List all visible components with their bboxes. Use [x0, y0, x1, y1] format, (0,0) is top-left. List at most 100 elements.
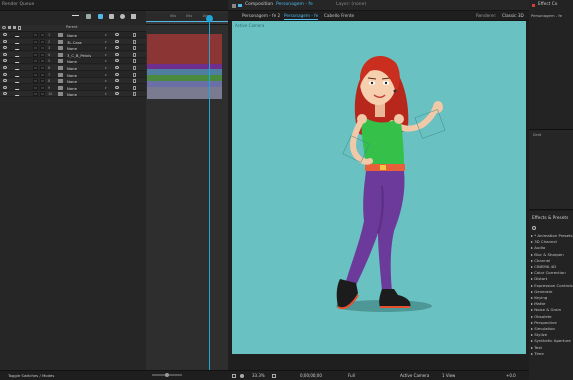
camera-view-select[interactable]: Active Camera [400, 374, 429, 378]
effects-category-item[interactable]: ▸ 3D Channel [531, 239, 557, 244]
layer-name[interactable]: None [67, 92, 77, 97]
graph-editor-icon[interactable] [131, 14, 136, 19]
layer-switch[interactable] [40, 39, 45, 44]
grid-toggle-icon[interactable] [272, 374, 276, 378]
renderer-value[interactable]: Classic 3D [502, 13, 524, 18]
layer-name[interactable]: None [67, 59, 77, 64]
effects-category-item[interactable]: ▸ Stylize [531, 332, 547, 337]
effects-category-item[interactable]: ▸ Expression Controls [531, 283, 573, 288]
solo-eye-icon[interactable] [115, 85, 119, 89]
layer-switch[interactable] [33, 33, 38, 37]
shy-layers-icon[interactable] [98, 14, 103, 19]
effects-category-item[interactable]: ▸ Noise & Grain [531, 307, 561, 312]
parent-dropdown-arrow-icon[interactable]: ▾ [105, 40, 107, 44]
close-icon[interactable] [232, 4, 236, 8]
layer-switch[interactable] [33, 52, 38, 57]
layer-switch[interactable] [40, 85, 45, 90]
layer-row[interactable]: 2 3L.Cara ▾ [0, 38, 146, 45]
layer-switch[interactable] [33, 92, 38, 97]
layer-name[interactable]: None [67, 86, 77, 91]
close-icon[interactable] [532, 4, 535, 7]
layer-row[interactable]: 7 None ▾ [0, 72, 146, 78]
layer-row[interactable]: 5 None ▾ [0, 58, 146, 65]
composition-viewer[interactable]: Active Camera [232, 21, 526, 354]
magnifier-icon[interactable] [532, 226, 536, 230]
visibility-eye-icon[interactable] [3, 39, 7, 43]
layer-switch[interactable] [40, 79, 45, 84]
lock-icon[interactable] [133, 33, 136, 37]
effects-category-item[interactable]: ▸ Generate [531, 289, 552, 294]
effects-category-item[interactable]: ▸ Audio [531, 245, 545, 250]
layer-switch[interactable] [33, 72, 38, 77]
tab-personagem[interactable]: Personagem - fe [284, 13, 319, 21]
visibility-eye-icon[interactable] [3, 72, 7, 76]
layer-row[interactable]: 8 None ▾ [0, 78, 146, 85]
visibility-eye-icon[interactable] [3, 59, 7, 63]
lock-icon[interactable] [133, 85, 136, 90]
layer-row[interactable]: 9 None ▾ [0, 85, 146, 91]
visibility-eye-icon[interactable] [3, 33, 7, 36]
effects-category-item[interactable]: ▸ Time [531, 351, 544, 356]
visibility-eye-icon[interactable] [3, 79, 7, 83]
frame-blending-icon[interactable] [109, 14, 114, 19]
layer-switch[interactable] [33, 85, 38, 90]
lock-icon[interactable] [133, 46, 136, 51]
tab-personagem-2[interactable]: Personagem - fe 2 [242, 13, 280, 18]
layer-row[interactable]: 4 3_C_B_Pelvis ▾ [0, 51, 146, 58]
parent-dropdown-arrow-icon[interactable]: ▾ [105, 66, 107, 70]
effects-category-item[interactable]: ▸ * Animation Presets [531, 233, 573, 238]
effects-category-item[interactable]: ▸ Simulation [531, 326, 555, 331]
effects-category-item[interactable]: ▸ CINEMA 4D [531, 264, 556, 269]
effects-category-item[interactable]: ▸ Synthetic Aperture [531, 338, 571, 343]
layer-switch[interactable] [40, 92, 45, 97]
parent-dropdown-arrow-icon[interactable]: ▾ [105, 53, 107, 57]
parent-dropdown-arrow-icon[interactable]: ▾ [105, 46, 107, 50]
layer-row[interactable]: 10 None ▾ [0, 91, 146, 98]
layer-duration-bar[interactable] [147, 93, 222, 99]
solo-eye-icon[interactable] [115, 92, 119, 96]
solo-eye-icon[interactable] [115, 33, 119, 36]
solo-eye-icon[interactable] [115, 66, 119, 69]
work-area-bar[interactable] [146, 21, 228, 24]
solo-eye-icon[interactable] [115, 79, 119, 83]
solo-eye-icon[interactable] [115, 52, 119, 56]
layer-name[interactable]: None [67, 79, 77, 84]
parent-dropdown-arrow-icon[interactable]: ▾ [105, 86, 107, 90]
lock-icon[interactable] [133, 72, 136, 77]
lock-icon[interactable] [133, 39, 136, 44]
visibility-eye-icon[interactable] [3, 46, 7, 50]
tab-cabello-frente[interactable]: Cabello Frente [324, 13, 354, 18]
solo-eye-icon[interactable] [115, 72, 119, 76]
draft-3d-icon[interactable] [72, 15, 79, 16]
layer-switch[interactable] [33, 46, 38, 51]
effects-category-item[interactable]: ▸ Obsolete [531, 314, 552, 319]
playhead-line[interactable] [209, 15, 210, 370]
zoom-level[interactable]: 33.3% [252, 374, 265, 378]
layer-row[interactable]: 3 None ▾ [0, 45, 146, 52]
render-queue-tab[interactable]: Render Queue [0, 0, 228, 11]
solo-eye-icon[interactable] [115, 46, 119, 50]
effects-category-item[interactable]: ▸ Keying [531, 295, 547, 300]
layer-name[interactable]: 3L.Cara [67, 40, 82, 45]
layer-switch[interactable] [33, 66, 38, 70]
layer-switch[interactable] [33, 79, 38, 84]
comp-flowchart-icon[interactable] [86, 14, 91, 19]
layer-name[interactable]: None [67, 73, 77, 78]
lock-icon[interactable] [133, 66, 136, 70]
views-layout-select[interactable]: 1 View [442, 374, 455, 378]
visibility-eye-icon[interactable] [3, 66, 7, 69]
effects-category-item[interactable]: ▸ Text [531, 345, 542, 350]
composition-name[interactable]: Personagem - fe [276, 2, 313, 8]
effects-category-item[interactable]: ▸ Distort [531, 276, 547, 281]
lock-icon[interactable] [133, 79, 136, 84]
effects-category-item[interactable]: ▸ Blur & Sharpen [531, 252, 564, 257]
zoom-slider-knob[interactable] [165, 373, 169, 377]
toggle-switches-modes-button[interactable]: Toggle Switches / Modes [8, 374, 54, 378]
layer-row[interactable]: 1 None ▾ [0, 32, 146, 38]
snapshot-icon[interactable] [240, 374, 244, 378]
layer-switch[interactable] [40, 59, 45, 64]
effects-category-item[interactable]: ▸ Channel [531, 258, 550, 263]
parent-dropdown-arrow-icon[interactable]: ▾ [105, 59, 107, 63]
parent-dropdown-arrow-icon[interactable]: ▾ [105, 92, 107, 96]
parent-dropdown-arrow-icon[interactable]: ▾ [105, 33, 107, 37]
